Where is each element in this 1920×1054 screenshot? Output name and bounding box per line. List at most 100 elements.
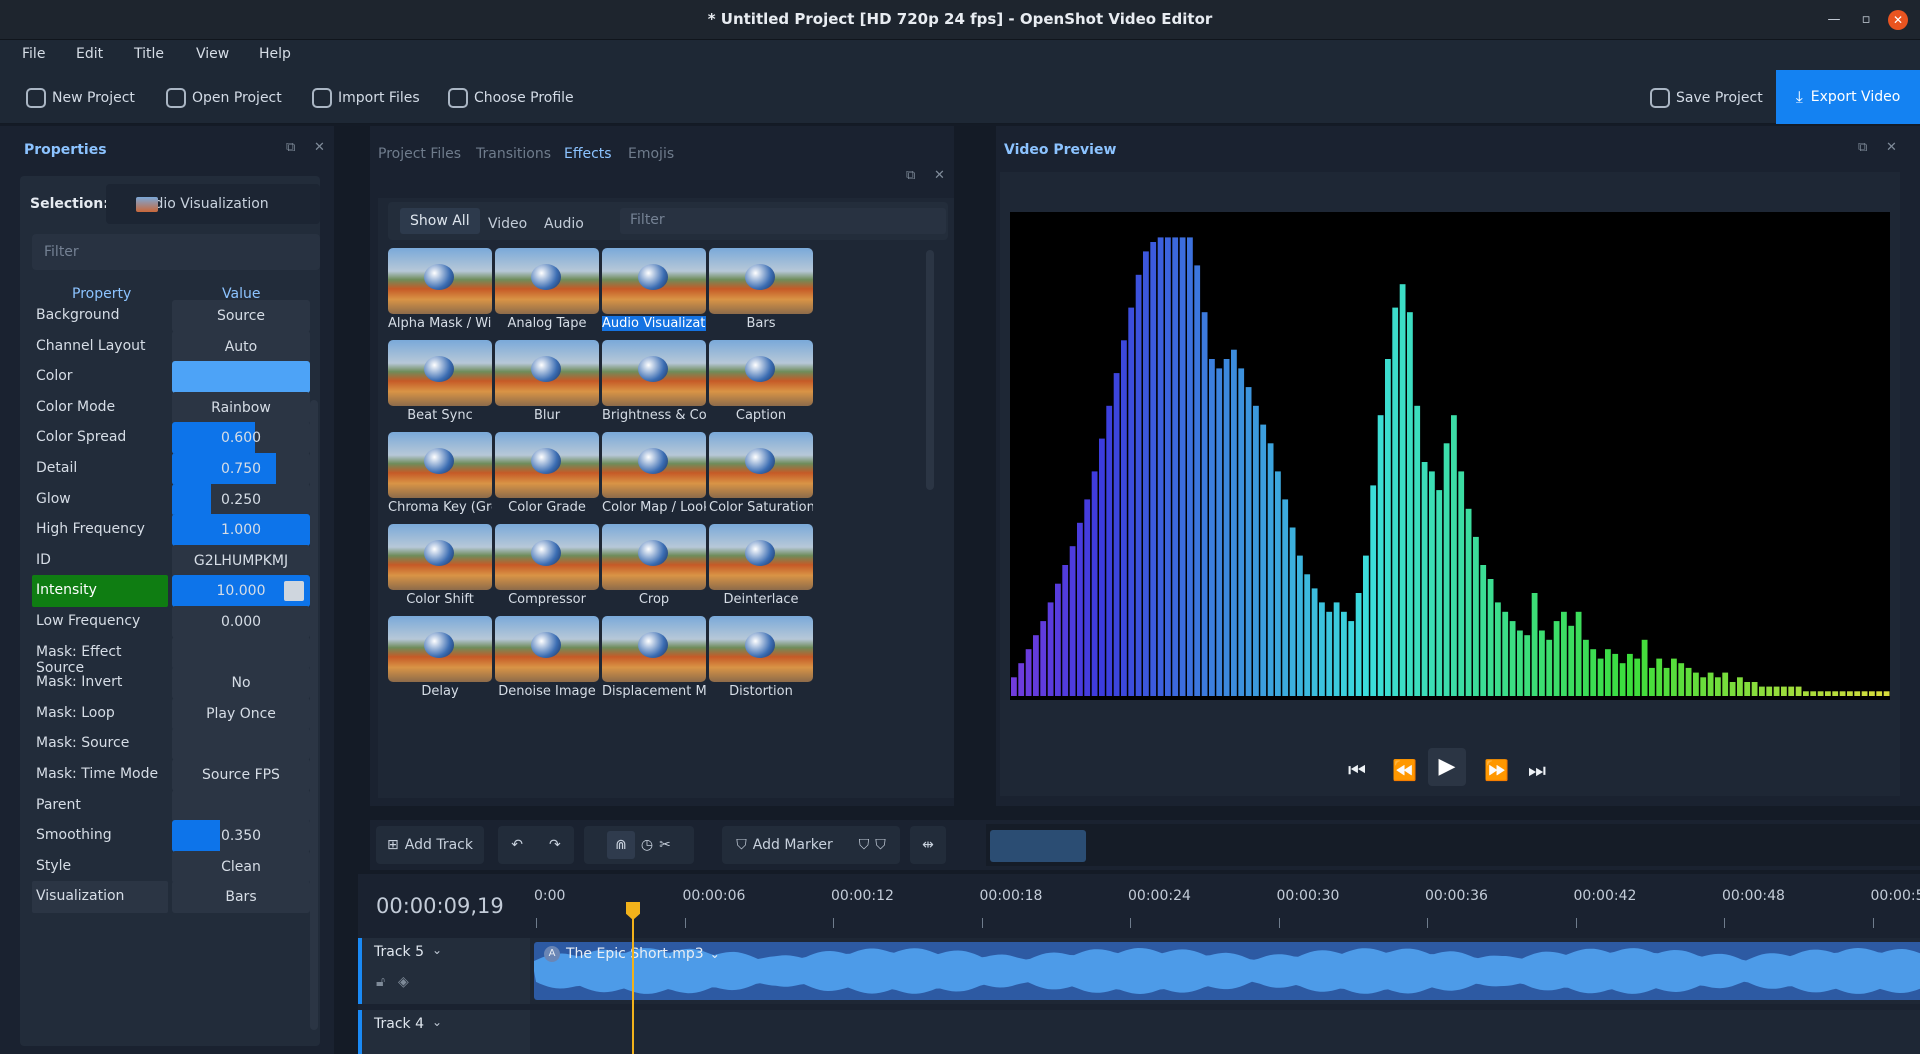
property-value[interactable]: Auto — [172, 330, 310, 363]
menu-file[interactable]: File — [22, 46, 45, 62]
float-icon[interactable]: ⧉ — [286, 140, 295, 155]
effect-item[interactable]: Color Saturation — [709, 432, 813, 536]
property-value[interactable]: 0.000 — [172, 606, 310, 638]
jump-end-icon[interactable]: ⏭ — [1528, 758, 1546, 782]
add-marker-button[interactable]: Add Marker — [753, 837, 833, 853]
property-value[interactable]: G2LHUMPKMJ — [172, 544, 310, 577]
effect-item[interactable]: Analog Tape — [495, 248, 599, 352]
prev-marker-icon[interactable]: ⛉ — [859, 837, 870, 853]
tab-effects[interactable]: Effects — [564, 146, 612, 162]
panel-close-icon[interactable]: ✕ — [314, 140, 325, 155]
property-name[interactable]: Detail — [32, 453, 168, 485]
open-project-button[interactable]: Open Project — [166, 86, 282, 110]
keyframe-icon[interactable]: ◈ — [398, 974, 409, 990]
effect-item[interactable]: Color Shift — [388, 524, 492, 628]
preview-float-icon[interactable]: ⧉ — [1858, 140, 1867, 155]
undo-icon[interactable]: ↶ — [511, 837, 523, 853]
property-name[interactable]: Mask: Loop — [32, 698, 168, 730]
property-value[interactable]: 0.600 — [172, 422, 310, 455]
menu-edit[interactable]: Edit — [76, 46, 103, 62]
razor-icon[interactable]: ✂ — [659, 837, 671, 853]
property-name[interactable]: Background — [32, 300, 168, 332]
track-header-5[interactable]: Track 5 ⌄ 🔓︎ ◈ — [358, 938, 530, 1004]
property-name[interactable]: Mask: Time Mode — [32, 759, 168, 791]
property-name[interactable]: Mask: Effect Source — [32, 637, 168, 676]
property-value[interactable]: Clean — [172, 850, 310, 883]
track-header-4[interactable]: Track 4 ⌄ — [358, 1010, 530, 1054]
property-value[interactable] — [172, 789, 310, 822]
chevron-down-icon[interactable]: ⌄ — [710, 947, 720, 961]
effect-item[interactable]: Deinterlace — [709, 524, 813, 628]
effect-item[interactable]: Audio Visualization — [602, 248, 706, 352]
fx-float-icon[interactable]: ⧉ — [906, 168, 915, 183]
property-name[interactable]: High Frequency — [32, 514, 168, 546]
property-name[interactable]: Mask: Source — [32, 728, 168, 760]
effect-item[interactable]: Caption — [709, 340, 813, 444]
tab-project-files[interactable]: Project Files — [378, 146, 461, 162]
property-value[interactable]: 1.000 — [172, 514, 310, 547]
effect-item[interactable]: Crop — [602, 524, 706, 628]
property-value[interactable]: Source — [172, 300, 310, 332]
audio-clip[interactable]: A The Epic Short.mp3 ⌄ — [534, 942, 1920, 1000]
property-value[interactable]: 10.000 — [172, 575, 310, 608]
property-name[interactable]: Smoothing — [32, 820, 168, 852]
snap-icon[interactable]: ⋒ — [607, 831, 635, 859]
close-icon[interactable]: ✕ — [1888, 10, 1908, 30]
property-name[interactable]: Style — [32, 851, 168, 883]
property-name[interactable]: ID — [32, 545, 168, 577]
maximize-icon[interactable]: ▫ — [1856, 10, 1876, 30]
effect-item[interactable]: Blur — [495, 340, 599, 444]
tab-emojis[interactable]: Emojis — [628, 146, 674, 162]
save-project-button[interactable]: Save Project — [1650, 86, 1763, 110]
effect-item[interactable]: Brightness & Con… — [602, 340, 706, 444]
choose-profile-button[interactable]: Choose Profile — [448, 86, 574, 110]
redo-icon[interactable]: ↷ — [549, 837, 561, 853]
fx-close-icon[interactable]: ✕ — [934, 168, 945, 183]
effect-item[interactable]: Denoise Image — [495, 616, 599, 720]
property-value[interactable]: Play Once — [172, 697, 310, 730]
effect-item[interactable]: Distortion — [709, 616, 813, 720]
property-name[interactable]: Color Spread — [32, 422, 168, 454]
property-name[interactable]: Parent — [32, 790, 168, 822]
properties-filter-input[interactable]: Filter — [32, 234, 320, 270]
effect-item[interactable]: Alpha Mask / Wip… — [388, 248, 492, 352]
menu-help[interactable]: Help — [259, 46, 291, 62]
property-name[interactable]: Color — [32, 361, 168, 393]
new-project-button[interactable]: New Project — [26, 86, 135, 110]
effects-scrollbar[interactable] — [926, 250, 934, 490]
effect-item[interactable]: Compressor — [495, 524, 599, 628]
effect-item[interactable]: Displacement Map — [602, 616, 706, 720]
play-button[interactable]: ▶ — [1428, 748, 1466, 786]
property-value[interactable] — [172, 636, 310, 669]
chevron-down-icon[interactable]: ⌄ — [432, 1015, 442, 1029]
property-name[interactable]: Visualization — [32, 881, 168, 914]
property-name[interactable]: Mask: Invert — [32, 667, 168, 699]
properties-scrollbar[interactable] — [310, 400, 318, 1030]
property-name[interactable]: Low Frequency — [32, 606, 168, 638]
preview-close-icon[interactable]: ✕ — [1886, 140, 1897, 155]
property-name[interactable]: Intensity — [32, 575, 168, 608]
zoom-slider-handle[interactable] — [990, 830, 1086, 862]
effect-item[interactable]: Color Grade — [495, 432, 599, 536]
property-name[interactable]: Color Mode — [32, 392, 168, 424]
effect-item[interactable]: Beat Sync — [388, 340, 492, 444]
property-name[interactable]: Glow — [32, 484, 168, 516]
property-value[interactable]: 0.250 — [172, 483, 310, 516]
property-value[interactable]: Bars — [172, 881, 310, 914]
property-value[interactable] — [172, 361, 310, 394]
minimize-icon[interactable]: — — [1824, 10, 1844, 30]
keyframe-curve-icon[interactable] — [284, 581, 304, 602]
effect-item[interactable]: Delay — [388, 616, 492, 720]
add-track-button[interactable]: ⊞ Add Track — [376, 826, 484, 864]
center-timeline-button[interactable]: ⇹ — [910, 826, 946, 864]
effect-item[interactable]: Color Map / Lookup — [602, 432, 706, 536]
property-name[interactable]: Channel Layout — [32, 331, 168, 363]
menu-view[interactable]: View — [196, 46, 229, 62]
chevron-down-icon[interactable]: ⌄ — [432, 943, 442, 957]
property-value[interactable]: No — [172, 667, 310, 700]
selection-dropdown[interactable]: Audio Visualization — [106, 184, 320, 224]
playhead[interactable] — [632, 904, 634, 1054]
property-value[interactable]: Rainbow — [172, 391, 310, 424]
fast-forward-icon[interactable]: ⏩ — [1484, 758, 1509, 782]
next-marker-icon[interactable]: ⛉ — [875, 837, 886, 853]
